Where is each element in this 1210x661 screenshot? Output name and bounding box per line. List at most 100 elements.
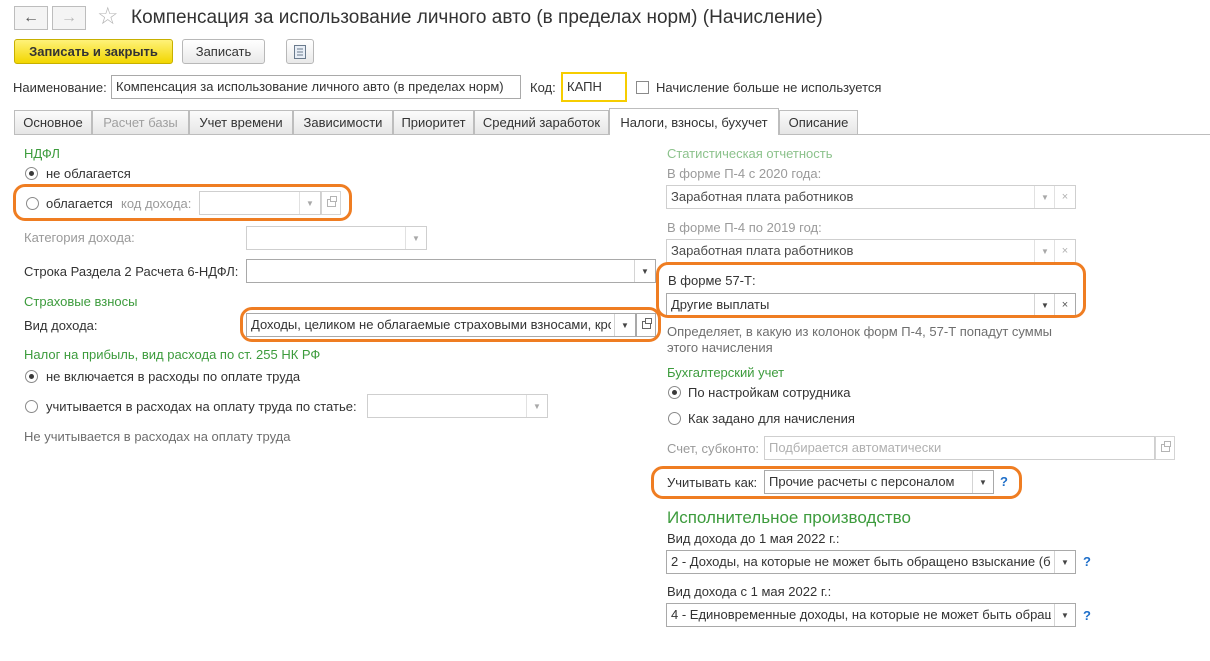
- document-list-icon: [294, 44, 306, 59]
- code-input[interactable]: КАПН: [561, 72, 627, 102]
- profit-included-label: учитывается в расходах на оплату труда п…: [46, 399, 357, 414]
- insurance-income-type-select[interactable]: Доходы, целиком не облагаемые страховыми…: [246, 313, 636, 337]
- tab-average-earnings[interactable]: Средний заработок: [474, 110, 609, 134]
- accounting-by-employee-radio[interactable]: [668, 386, 681, 399]
- save-and-close-button[interactable]: Записать и закрыть: [14, 39, 173, 64]
- clear-icon[interactable]: ×: [1054, 294, 1075, 316]
- chevron-down-icon[interactable]: ▼: [1034, 186, 1055, 208]
- name-input[interactable]: Компенсация за использование личного авт…: [111, 75, 521, 99]
- p4-2019-label: В форме П-4 по 2019 год:: [667, 220, 822, 235]
- unused-checkbox[interactable]: [636, 81, 649, 94]
- tab-base-calc[interactable]: Расчет базы: [92, 110, 189, 134]
- p4-2019-select[interactable]: Заработная плата работников ▼ ×: [666, 239, 1076, 263]
- chevron-down-icon[interactable]: ▼: [1054, 604, 1075, 626]
- profit-tax-group-title: Налог на прибыль, вид расхода по ст. 255…: [24, 347, 321, 362]
- code-label: Код:: [530, 80, 556, 95]
- consider-as-select[interactable]: Прочие расчеты с персоналом ▼: [764, 470, 994, 494]
- enforcement-before-value: 2 - Доходы, на которые не может быть обр…: [671, 554, 1051, 569]
- window-title: Компенсация за использование личного авт…: [131, 7, 823, 28]
- stats-group-title: Статистическая отчетность: [667, 146, 833, 161]
- profit-not-included-label: не включается в расходы по оплате труда: [46, 369, 301, 384]
- insurance-income-open-button[interactable]: [636, 313, 656, 337]
- f57t-select[interactable]: Другие выплаты ▼ ×: [666, 293, 1076, 317]
- ndfl-not-taxed-radio[interactable]: [25, 167, 38, 180]
- favorite-star-icon[interactable]: ☆: [97, 4, 119, 30]
- tab-dependencies[interactable]: Зависимости: [293, 110, 393, 134]
- chevron-down-icon[interactable]: ▼: [1034, 240, 1055, 262]
- consider-as-value: Прочие расчеты с персоналом: [769, 474, 955, 489]
- chevron-down-icon[interactable]: ▼: [614, 314, 635, 336]
- insurance-income-type-value: Доходы, целиком не облагаемые страховыми…: [251, 317, 611, 332]
- income-code-input[interactable]: ▼: [199, 191, 321, 215]
- chevron-down-icon[interactable]: ▼: [299, 192, 320, 214]
- insurance-group-title: Страховые взносы: [24, 294, 138, 309]
- unused-label: Начисление больше не используется: [656, 80, 882, 95]
- account-placeholder: Подбирается автоматически: [769, 440, 942, 455]
- insurance-income-type-label: Вид дохода:: [24, 318, 98, 333]
- enforcement-after-select[interactable]: 4 - Единовременные доходы, на которые не…: [666, 603, 1076, 627]
- enforcement-after-label: Вид дохода с 1 мая 2022 г.:: [667, 584, 832, 599]
- chevron-down-icon[interactable]: ▼: [634, 260, 655, 282]
- income-code-label: код дохода:: [121, 196, 192, 211]
- consider-as-help-icon[interactable]: ?: [1000, 474, 1008, 490]
- arrow-right-icon: →: [61, 9, 77, 26]
- open-form-icon: [326, 196, 337, 207]
- p4-2020-select[interactable]: Заработная плата работников ▼ ×: [666, 185, 1076, 209]
- consider-as-label: Учитывать как:: [667, 475, 758, 490]
- f57t-value: Другие выплаты: [671, 297, 770, 312]
- tab-description[interactable]: Описание: [779, 110, 858, 134]
- clear-icon[interactable]: ×: [1054, 186, 1075, 208]
- enforcement-group-title: Исполнительное производство: [667, 508, 911, 527]
- chevron-down-icon[interactable]: ▼: [405, 227, 426, 249]
- tab-time-tracking[interactable]: Учет времени: [189, 110, 293, 134]
- income-category-label: Категория дохода:: [24, 230, 135, 245]
- code-value: КАПН: [567, 79, 602, 94]
- chevron-down-icon[interactable]: ▼: [526, 395, 547, 417]
- chevron-down-icon[interactable]: ▼: [1054, 551, 1075, 573]
- forward-button[interactable]: →: [52, 6, 86, 30]
- enforcement-after-value: 4 - Единовременные доходы, на которые не…: [671, 607, 1051, 622]
- account-open-button[interactable]: [1155, 436, 1175, 460]
- p4-2019-value: Заработная плата работников: [671, 243, 854, 258]
- document-menu-button[interactable]: [286, 39, 314, 64]
- ndfl-taxed-radio[interactable]: [26, 197, 39, 210]
- profit-not-included-radio[interactable]: [25, 370, 38, 383]
- row-6ndfl-label: Строка Раздела 2 Расчета 6-НДФЛ:: [24, 264, 239, 279]
- accounting-by-employee-label: По настройкам сотрудника: [688, 385, 851, 400]
- tab-taxes[interactable]: Налоги, взносы, бухучет: [609, 108, 779, 135]
- tab-main[interactable]: Основное: [14, 110, 92, 134]
- enforcement-before-help-icon[interactable]: ?: [1083, 554, 1091, 570]
- enforcement-after-help-icon[interactable]: ?: [1083, 608, 1091, 624]
- name-label: Наименование:: [13, 80, 107, 95]
- ndfl-group-title: НДФЛ: [24, 146, 60, 161]
- tab-priority[interactable]: Приоритет: [393, 110, 474, 134]
- enforcement-before-select[interactable]: 2 - Доходы, на которые не может быть обр…: [666, 550, 1076, 574]
- accounting-as-set-label: Как задано для начисления: [688, 411, 855, 426]
- save-button[interactable]: Записать: [182, 39, 265, 64]
- p4-2020-label: В форме П-4 с 2020 года:: [667, 166, 822, 181]
- arrow-left-icon: ←: [23, 9, 39, 26]
- row-6ndfl-select[interactable]: ▼: [246, 259, 656, 283]
- ndfl-not-taxed-label: не облагается: [46, 166, 131, 181]
- p4-2020-value: Заработная плата работников: [671, 189, 854, 204]
- profit-included-radio[interactable]: [25, 400, 38, 413]
- accounting-as-set-radio[interactable]: [668, 412, 681, 425]
- account-input[interactable]: Подбирается автоматически: [764, 436, 1155, 460]
- name-value: Компенсация за использование личного авт…: [116, 79, 504, 94]
- income-code-open-button[interactable]: [321, 191, 341, 215]
- profit-article-select[interactable]: ▼: [367, 394, 548, 418]
- open-form-icon: [641, 318, 652, 329]
- clear-icon[interactable]: ×: [1054, 240, 1075, 262]
- income-category-select[interactable]: ▼: [246, 226, 427, 250]
- enforcement-before-label: Вид дохода до 1 мая 2022 г.:: [667, 531, 840, 546]
- stats-note: Определяет, в какую из колонок форм П-4,…: [667, 324, 1053, 355]
- chevron-down-icon[interactable]: ▼: [1034, 294, 1055, 316]
- f57t-label: В форме 57-Т:: [668, 273, 756, 288]
- back-button[interactable]: ←: [14, 6, 48, 30]
- open-form-icon: [1160, 441, 1171, 452]
- chevron-down-icon[interactable]: ▼: [972, 471, 993, 493]
- ndfl-taxed-label: облагается: [46, 196, 113, 211]
- profit-tax-note: Не учитывается в расходах на оплату труд…: [24, 429, 291, 444]
- account-label: Счет, субконто:: [667, 441, 760, 456]
- accounting-group-title: Бухгалтерский учет: [667, 365, 785, 380]
